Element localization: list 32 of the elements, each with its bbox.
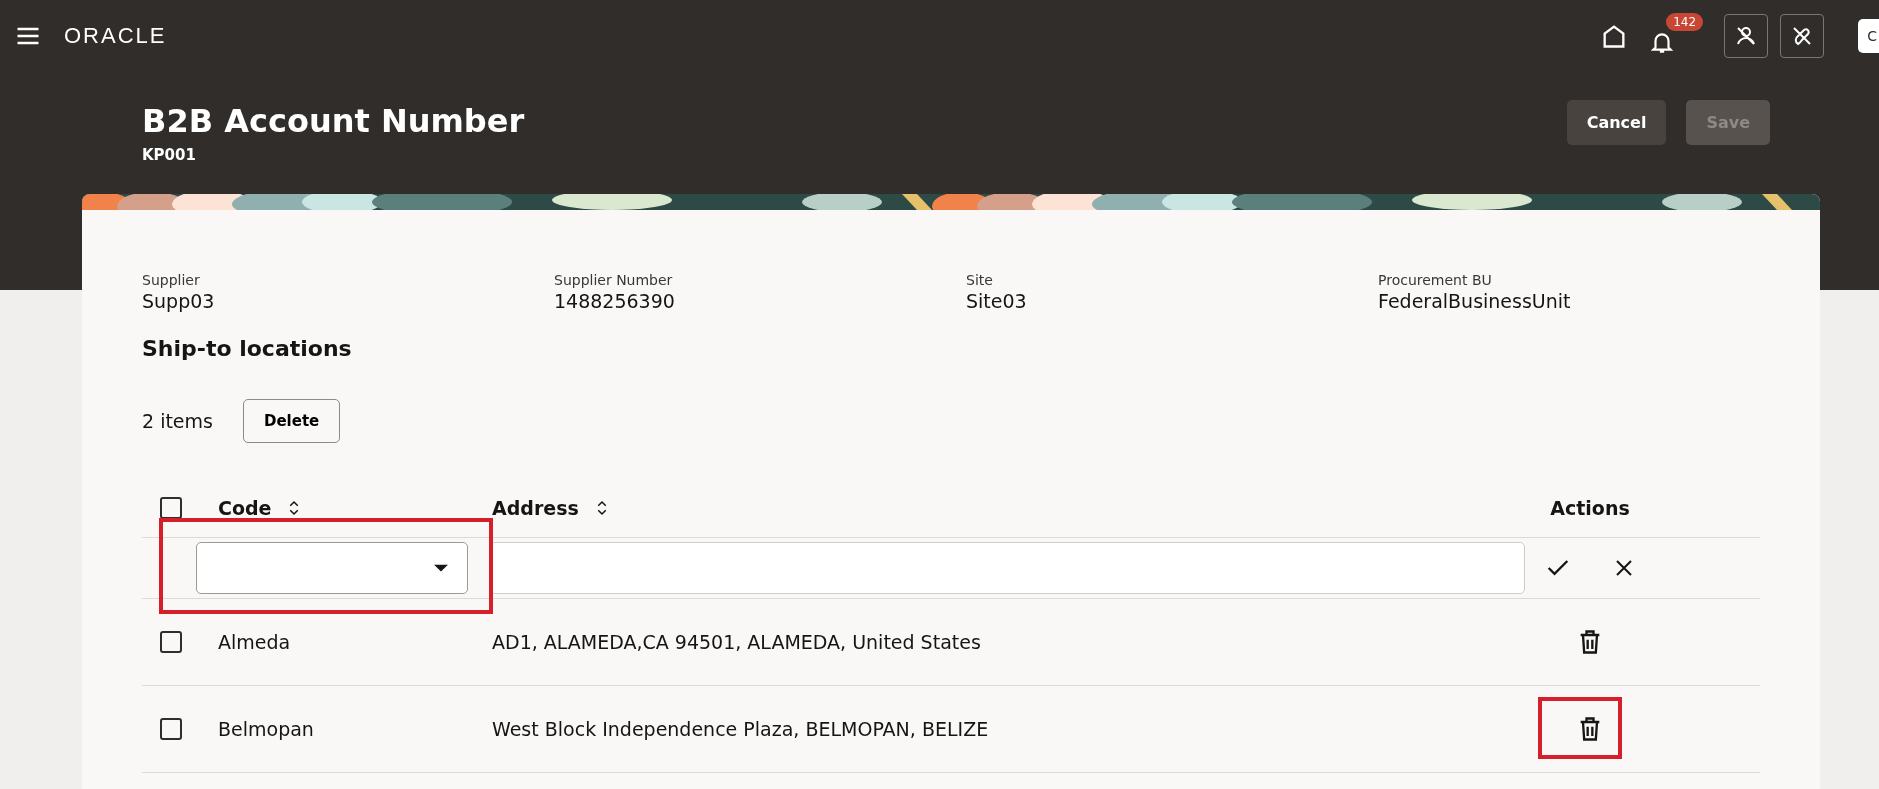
row-checkbox[interactable] bbox=[160, 718, 182, 740]
field-label: Site bbox=[966, 272, 994, 288]
code-select[interactable] bbox=[196, 542, 468, 594]
field-label: Procurement BU bbox=[1378, 272, 1493, 288]
field-value: 1488256390 bbox=[554, 290, 676, 312]
notification-badge: 142 bbox=[1666, 13, 1704, 31]
row-checkbox[interactable] bbox=[160, 631, 182, 653]
cancel-button[interactable]: Cancel bbox=[1566, 100, 1667, 145]
table-cell-text: AD1, ALAMEDA,CA 94501, ALAMEDA, United States bbox=[492, 631, 982, 653]
item-count: 2 items bbox=[142, 410, 213, 432]
table-cell-text: West Block Independence Plaza, BELMOPAN, BELIZE bbox=[492, 718, 990, 740]
address-field[interactable] bbox=[490, 542, 1525, 594]
field-label: Supplier Number bbox=[554, 272, 674, 288]
column-header[interactable]: Actions bbox=[1550, 497, 1630, 519]
pin-off-button[interactable] bbox=[1780, 14, 1825, 58]
field-value: Supp03 bbox=[142, 290, 216, 312]
section-title: Ship-to locations bbox=[142, 336, 353, 361]
field-value: Site03 bbox=[966, 290, 1028, 312]
field-value: FederalBusinessUnit bbox=[1378, 290, 1572, 312]
oracle-logo[interactable]: ORACLE bbox=[64, 23, 167, 49]
column-header[interactable]: Code bbox=[218, 497, 304, 519]
page-title: B2B Account Number bbox=[142, 102, 525, 140]
column-header[interactable]: Address bbox=[492, 497, 611, 519]
table-cell-text: Almeda bbox=[218, 631, 292, 653]
delete-button[interactable]: Delete bbox=[242, 399, 341, 443]
user-button[interactable]: C bbox=[1858, 19, 1879, 53]
notifications-button[interactable]: 142 bbox=[1644, 13, 1705, 59]
person-off-button[interactable] bbox=[1724, 14, 1769, 58]
field-label: Supplier bbox=[142, 272, 201, 288]
page-subtitle: KP001 bbox=[142, 146, 197, 164]
table-cell-text: Belmopan bbox=[218, 718, 315, 740]
select-all-checkbox[interactable] bbox=[160, 497, 182, 519]
